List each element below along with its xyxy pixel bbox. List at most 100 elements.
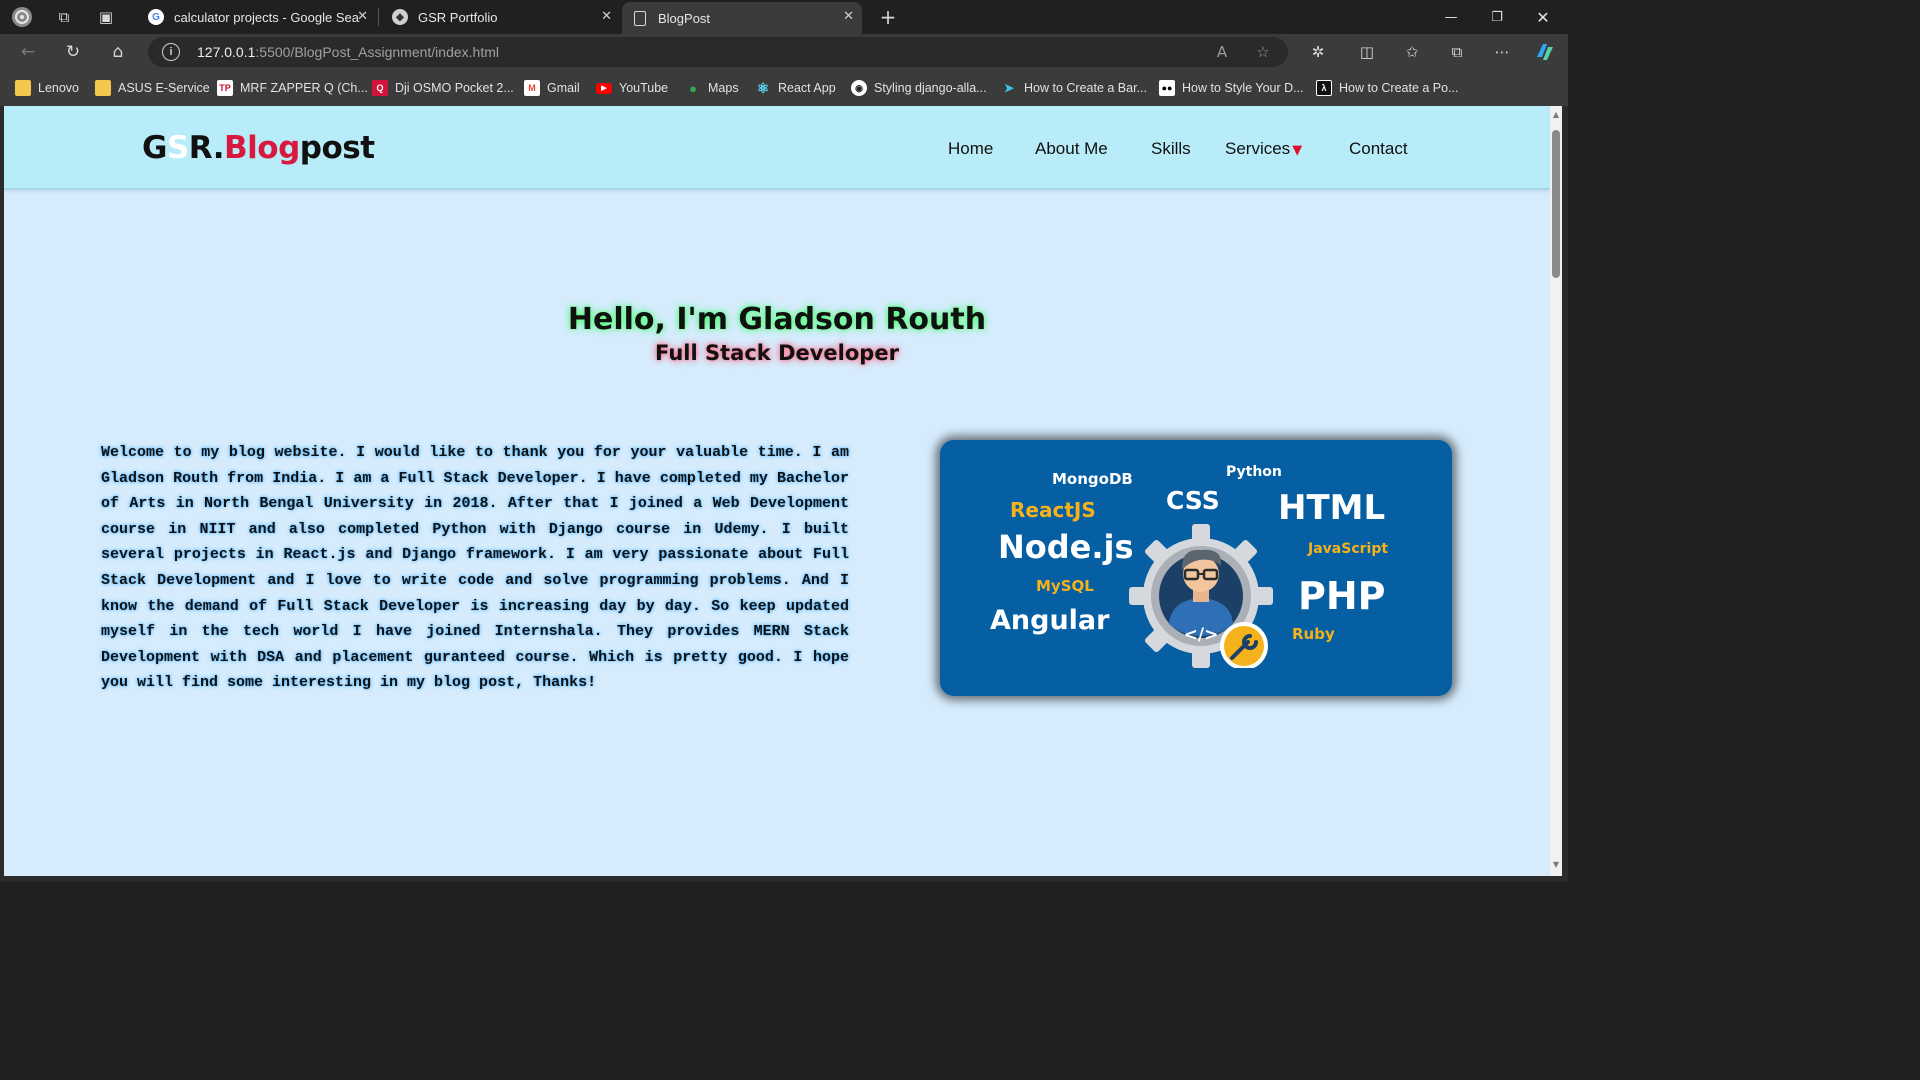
read-aloud-icon[interactable]: A [1212,42,1232,62]
hero-subtitle: Full Stack Developer [655,341,899,365]
caret-down-icon: ▼ [1292,143,1303,158]
bookmark-gmail[interactable]: M Gmail [524,78,580,98]
back-icon[interactable]: ← [16,40,40,64]
tab-title: BlogPost [658,10,711,26]
site-info-icon[interactable]: i [162,43,180,61]
hero-title: Hello, I'm Gladson Routh [567,302,987,337]
bookmark-styling-django[interactable]: ◉ Styling django-alla... [851,78,987,98]
scrollbar-thumb[interactable] [1552,130,1560,278]
url-path: :5500/BlogPost_Assignment/index.html [255,44,499,60]
workspaces-icon[interactable]: ⧉ [52,5,76,29]
close-window-icon[interactable]: ✕ [1520,4,1566,30]
skill-php: PHP [1298,574,1386,618]
bookmark-lenovo[interactable]: Lenovo [15,78,79,98]
skill-angular: Angular [990,605,1110,636]
bookmark-bar-chart[interactable]: ➤ How to Create a Bar... [1001,78,1147,98]
google-icon: G [148,9,164,25]
folder-icon [95,80,111,96]
maps-icon: ● [689,80,697,96]
bookmark-label: Maps [708,81,739,95]
collections-icon[interactable]: ⧉ [1445,40,1469,64]
page-scrollbar[interactable]: ▲ ▼ [1550,106,1562,876]
logo-blog: Blog [224,130,300,166]
bookmark-maps[interactable]: ● Maps [685,78,739,98]
skill-html: HTML [1278,488,1386,528]
bookmark-style-d[interactable]: ●● How to Style Your D... [1159,78,1304,98]
bookmark-create-po[interactable]: λ How to Create a Po... [1316,78,1459,98]
tab-google-search[interactable]: G calculator projects - Google Sear ✕ [136,2,376,32]
skills-image: MongoDB Python ReactJS CSS HTML Node.js … [940,440,1452,696]
tab-blogpost[interactable]: BlogPost ✕ [622,2,862,34]
extensions-icon[interactable]: ✲ [1306,40,1330,64]
tab-gsr-portfolio[interactable]: ◆ GSR Portfolio ✕ [380,2,620,32]
home-icon[interactable]: ⌂ [106,40,130,64]
bookmark-label: Styling django-alla... [874,81,987,95]
close-tab-icon[interactable]: ✕ [357,9,368,24]
bookmark-label: React App [778,81,836,95]
skill-mysql: MySQL [1036,577,1094,595]
bookmark-label: YouTube [619,81,669,95]
nav-contact[interactable]: Contact [1349,139,1408,159]
nav-services[interactable]: Services ▼ [1225,139,1302,159]
medium-icon: ●● [1159,80,1175,96]
page-icon [634,10,646,26]
nav-skills[interactable]: Skills [1151,139,1191,159]
skill-ruby: Ruby [1292,625,1335,643]
bird-icon: ➤ [1003,81,1015,95]
vertical-tabs-icon[interactable]: ▣ [94,5,118,29]
url-text[interactable]: 127.0.0.1:5500/BlogPost_Assignment/index… [197,44,499,60]
skill-mongodb: MongoDB [1052,470,1133,488]
skill-reactjs: ReactJS [1010,498,1096,522]
scroll-down-icon[interactable]: ▼ [1551,860,1561,870]
bookmark-react-app[interactable]: ⚛ React App [755,78,836,98]
lambda-icon: λ [1316,80,1332,96]
gear-developer-icon: </> [1129,524,1273,670]
developer-gear-illustration: </> [1126,518,1276,670]
split-screen-icon[interactable]: ◫ [1355,40,1379,64]
logo-g: G [142,130,167,166]
intro-paragraph: Welcome to my blog website. I would like… [101,444,849,692]
new-tab-icon[interactable]: + [876,5,900,29]
nav-services-label: Services [1225,139,1291,158]
skill-javascript: JavaScript [1308,541,1389,557]
tp-icon: TP [217,80,233,96]
close-tab-icon[interactable]: ✕ [601,9,612,24]
bookmark-label: How to Create a Bar... [1024,81,1147,95]
favorite-star-icon[interactable]: ☆ [1253,42,1273,62]
youtube-icon: ▶ [596,82,612,94]
profile-avatar-icon[interactable] [10,5,34,29]
more-menu-icon[interactable]: ⋯ [1490,40,1514,64]
scroll-up-icon[interactable]: ▲ [1551,110,1561,120]
copilot-icon[interactable] [1533,40,1557,64]
bookmark-youtube[interactable]: ▶ YouTube [596,78,668,98]
react-icon: ⚛ [756,79,770,96]
close-tab-icon[interactable]: ✕ [843,9,854,24]
bookmarks-bar: Lenovo ASUS E-Service TP MRF ZAPPER Q (Ch… [0,70,1568,106]
bookmark-label: How to Style Your D... [1182,81,1304,95]
tab-strip: ⧉ ▣ G calculator projects - Google Sear … [0,0,1568,34]
refresh-icon[interactable]: ↻ [61,40,85,64]
github-icon: ◉ [851,80,867,96]
bookmark-asus[interactable]: ASUS E-Service [95,78,210,98]
logo-s: S [166,130,189,166]
skill-css: CSS [1166,486,1220,515]
logo-post: post [299,130,375,166]
site-icon: ◆ [392,9,408,25]
address-bar[interactable]: i 127.0.0.1:5500/BlogPost_Assignment/ind… [148,37,1288,67]
bookmark-label: Lenovo [38,81,80,95]
gmail-icon: M [524,80,540,96]
bookmark-dji[interactable]: Q Dji OSMO Pocket 2... [372,78,514,98]
minimize-icon[interactable]: — [1428,4,1474,30]
nav-home[interactable]: Home [948,139,993,159]
bookmark-label: Gmail [547,81,580,95]
nav-about-me[interactable]: About Me [1035,139,1108,159]
site-logo[interactable]: GSR.Blogpost [142,130,375,166]
skill-nodejs: Node.js [998,528,1134,566]
restore-icon[interactable]: ❐ [1474,4,1520,30]
page-viewport: GSR.Blogpost Home About Me Skills Servic… [4,106,1550,876]
folder-icon [15,80,31,96]
favorites-icon[interactable]: ✩ [1400,40,1424,64]
bookmark-label: Dji OSMO Pocket 2... [395,81,514,95]
bookmark-mrf[interactable]: TP MRF ZAPPER Q (Ch... [217,78,368,98]
browser-window: ⧉ ▣ G calculator projects - Google Sear … [0,0,1568,882]
